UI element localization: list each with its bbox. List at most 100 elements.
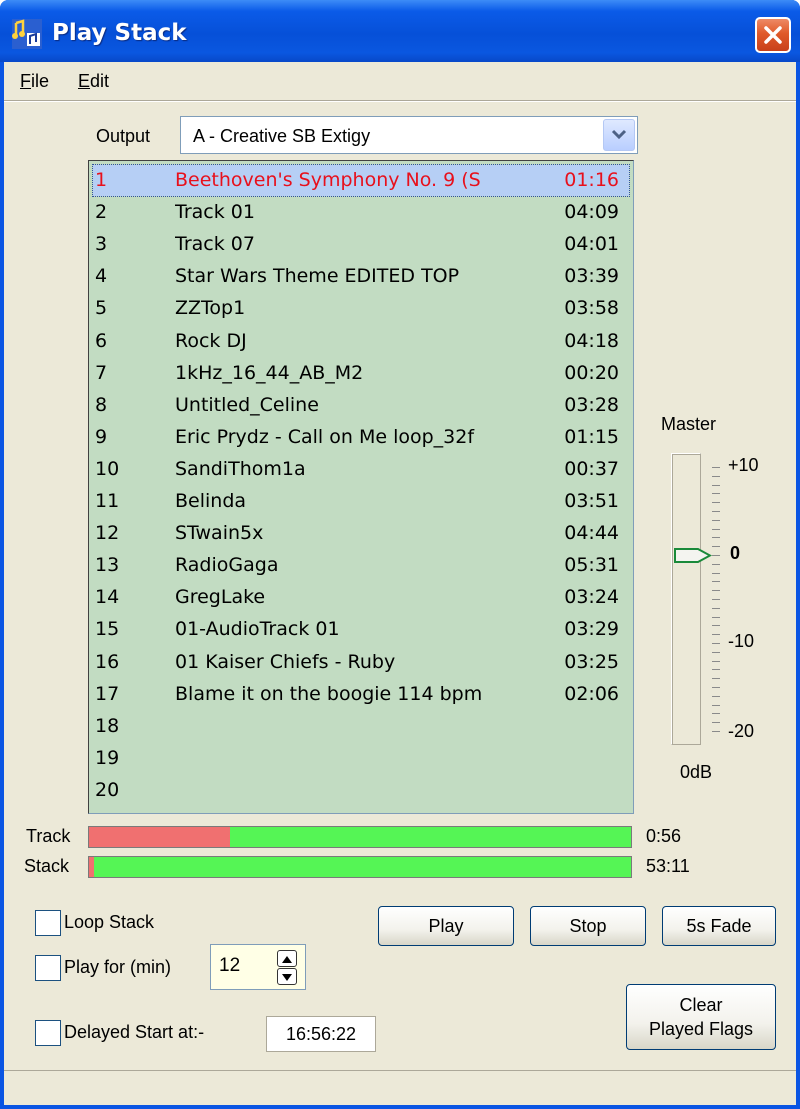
play-for-checkbox[interactable] [35, 955, 61, 981]
playlist-row[interactable]: 9 Eric Prydz - Call on Me loop_32f 01:15 [93, 422, 629, 453]
master-label: Master [661, 414, 717, 434]
playlist-row[interactable]: 20 [93, 775, 629, 806]
track-name: Untitled_Celine [175, 393, 319, 416]
dropdown-button[interactable] [603, 119, 635, 151]
playlist-row[interactable]: 6 Rock DJ 04:18 [93, 326, 629, 357]
track-name: RadioGaga [175, 554, 279, 577]
master-volume-slider[interactable] [671, 453, 701, 745]
scale-tick [712, 669, 720, 671]
track-duration: 01:15 [564, 425, 619, 448]
track-name: 1kHz_16_44_AB_M2 [175, 361, 364, 384]
track-name: Blame it on the boogie 114 bpm [175, 682, 483, 705]
scale-tick [712, 563, 720, 565]
arrow-down-icon [282, 974, 292, 981]
play-for-minutes-input[interactable]: 12 [210, 944, 306, 990]
spin-up-button[interactable] [277, 950, 297, 967]
loop-stack-label[interactable]: Loop Stack [64, 912, 154, 933]
scale-tick [712, 599, 720, 600]
track-number: 8 [95, 393, 108, 416]
delayed-start-label[interactable]: Delayed Start at:- [64, 1022, 204, 1043]
scale-tick [712, 572, 720, 574]
playlist-row[interactable]: 4 Star Wars Theme EDITED TOP 03:39 [93, 261, 629, 292]
menu-edit-accelerator: E [78, 71, 91, 91]
menu-edit-label: dit [90, 71, 110, 91]
delayed-start-checkbox[interactable] [35, 1020, 61, 1046]
playlist-row[interactable]: 10 SandiThom1a 00:37 [93, 454, 629, 485]
scale-tick [712, 502, 720, 504]
track-number: 15 [95, 618, 120, 641]
scale-tick [712, 722, 720, 724]
track-time: 0:56 [646, 826, 682, 846]
playlist-row[interactable]: 16 01 Kaiser Chiefs - Ruby 03:25 [93, 647, 629, 678]
scale-tick [712, 678, 720, 680]
track-name: SandiThom1a [175, 457, 306, 480]
playlist-row[interactable]: 15 01-AudioTrack 01 03:29 [93, 614, 629, 645]
playlist-row[interactable]: 19 [93, 743, 629, 774]
scale-tick [712, 616, 720, 618]
track-name: STwain5x [175, 522, 264, 545]
spin-down-button[interactable] [277, 968, 297, 985]
track-duration: 04:44 [564, 522, 619, 545]
scale-tick [712, 687, 720, 688]
stack-progress-label: Stack [24, 856, 70, 876]
slider-thumb[interactable] [674, 548, 712, 563]
output-device-select[interactable]: A - Creative SB Extigy [180, 116, 638, 154]
title-bar[interactable]: Play Stack [0, 0, 800, 62]
track-duration: 03:28 [564, 393, 619, 416]
scale-minus-10: -10 [728, 631, 755, 651]
scale-tick [712, 528, 720, 530]
play-stack-list[interactable]: 1 Beethoven's Symphony No. 9 (S 01:16 2 Trac… [88, 160, 634, 814]
track-number: 19 [95, 746, 120, 769]
play-button[interactable]: Play [378, 906, 514, 946]
track-name: Rock DJ [175, 329, 247, 352]
delayed-start-time-input[interactable]: 16:56:22 [266, 1016, 376, 1052]
scale-plus-10: +10 [728, 455, 759, 475]
music-notes-icon [12, 19, 42, 49]
track-number: 7 [95, 361, 108, 384]
playlist-row[interactable]: 8 Untitled_Celine 03:28 [93, 390, 629, 421]
track-duration: 03:25 [564, 650, 619, 673]
scale-tick [712, 493, 720, 495]
playlist-row[interactable]: 2 Track 01 04:09 [93, 197, 629, 228]
track-name: Track 07 [175, 233, 255, 256]
menu-file-accelerator: F [20, 71, 31, 91]
playlist-row[interactable]: 5 ZZTop1 03:58 [93, 293, 629, 324]
track-name: 01 Kaiser Chiefs - Ruby [175, 650, 396, 673]
playlist-row[interactable]: 14 GregLake 03:24 [93, 582, 629, 613]
scale-tick [712, 546, 720, 548]
stop-button[interactable]: Stop [530, 906, 646, 946]
track-number: 11 [95, 490, 120, 512]
scale-zero: 0 [730, 543, 741, 563]
scale-tick [712, 625, 720, 627]
track-duration: 04:09 [564, 201, 619, 224]
menu-edit[interactable]: Edit [78, 71, 109, 92]
menu-file-label: ile [31, 71, 50, 91]
playlist-row[interactable]: 12 STwain5x 04:44 [93, 518, 629, 549]
close-button[interactable] [755, 17, 791, 53]
track-name: 01-AudioTrack 01 [175, 618, 340, 641]
menu-file[interactable]: File [20, 71, 49, 92]
track-number: 5 [95, 297, 108, 320]
scale-tick [712, 537, 720, 539]
clear-button-line1: Clear [679, 995, 723, 1015]
playlist-row[interactable]: 1 Beethoven's Symphony No. 9 (S 01:16 [92, 164, 630, 197]
track-progress-label: Track [26, 826, 71, 846]
loop-stack-checkbox[interactable] [35, 910, 61, 936]
track-duration: 00:20 [564, 361, 619, 384]
fade-button[interactable]: 5s Fade [662, 906, 776, 946]
track-name: Eric Prydz - Call on Me loop_32f [175, 425, 475, 448]
playlist-row[interactable]: 7 1kHz_16_44_AB_M2 00:20 [93, 358, 629, 389]
track-duration: 01:16 [564, 169, 619, 191]
playlist-row[interactable]: 3 Track 07 04:01 [93, 229, 629, 260]
scale-tick [712, 695, 720, 697]
scale-tick [712, 590, 720, 592]
play-button-label: Play [428, 916, 464, 936]
window-title: Play Stack [52, 20, 187, 46]
playlist-row[interactable]: 11 Belinda 03:51 [93, 486, 629, 517]
playlist-row[interactable]: 17 Blame it on the boogie 114 bpm 02:06 [93, 679, 629, 710]
playlist-row[interactable]: 18 [93, 711, 629, 742]
playlist-row[interactable]: 13 RadioGaga 05:31 [93, 550, 629, 581]
track-duration: 02:06 [564, 682, 619, 705]
clear-played-flags-button[interactable]: Clear Played Flags [626, 984, 776, 1050]
play-for-label[interactable]: Play for (min) [64, 957, 171, 978]
